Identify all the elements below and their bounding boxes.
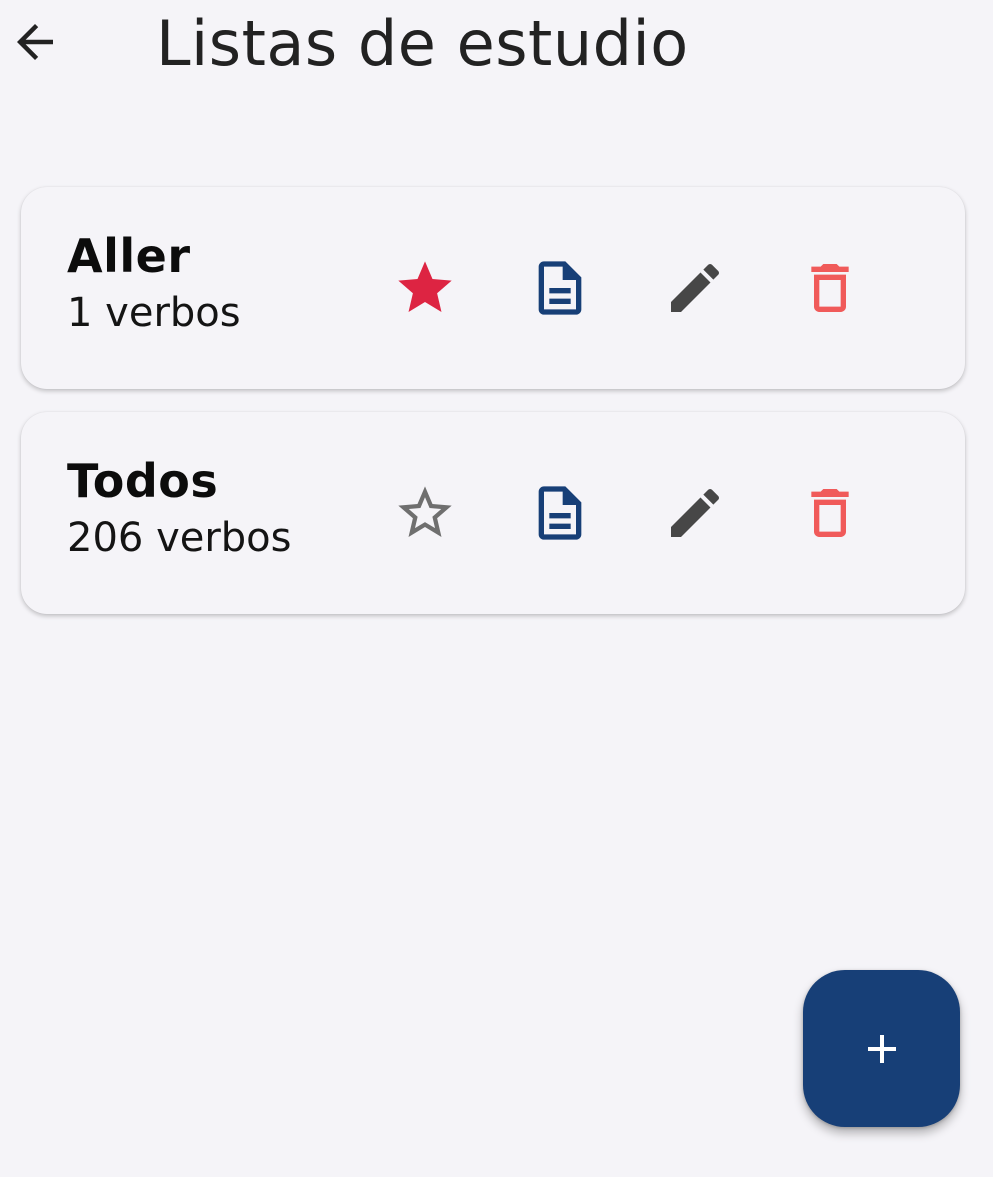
document-icon: [538, 261, 582, 315]
list-card-aller[interactable]: Aller 1 verbos: [21, 187, 965, 389]
add-list-button[interactable]: [803, 970, 960, 1127]
favorite-button[interactable]: [385, 473, 465, 553]
list-title: Todos: [67, 454, 219, 508]
pencil-icon: [671, 263, 720, 312]
view-list-button[interactable]: [520, 248, 600, 328]
back-button[interactable]: [0, 2, 70, 82]
study-lists: Aller 1 verbos Todos 206 verbos: [21, 187, 965, 637]
star-outline-icon: [398, 486, 452, 537]
list-actions: [385, 248, 870, 328]
list-card-text: Todos 206 verbos: [67, 452, 292, 566]
favorite-button[interactable]: [385, 248, 465, 328]
pencil-icon: [671, 488, 720, 537]
page-title: Listas de estudio: [156, 7, 689, 80]
trash-icon: [811, 489, 849, 537]
list-card-todos[interactable]: Todos 206 verbos: [21, 412, 965, 614]
arrow-left-icon: [17, 24, 53, 60]
edit-list-button[interactable]: [655, 473, 735, 553]
list-verb-count: 1 verbos: [67, 290, 241, 336]
delete-list-button[interactable]: [790, 248, 870, 328]
list-title: Aller: [67, 229, 191, 283]
view-list-button[interactable]: [520, 473, 600, 553]
list-verb-count: 206 verbos: [67, 515, 292, 561]
trash-icon: [811, 264, 849, 312]
app-bar: Listas de estudio: [0, 0, 993, 100]
star-filled-icon: [398, 261, 452, 312]
document-icon: [538, 486, 582, 540]
edit-list-button[interactable]: [655, 248, 735, 328]
delete-list-button[interactable]: [790, 473, 870, 553]
plus-icon: [867, 1034, 896, 1063]
list-card-text: Aller 1 verbos: [67, 227, 241, 341]
list-actions: [385, 473, 870, 553]
